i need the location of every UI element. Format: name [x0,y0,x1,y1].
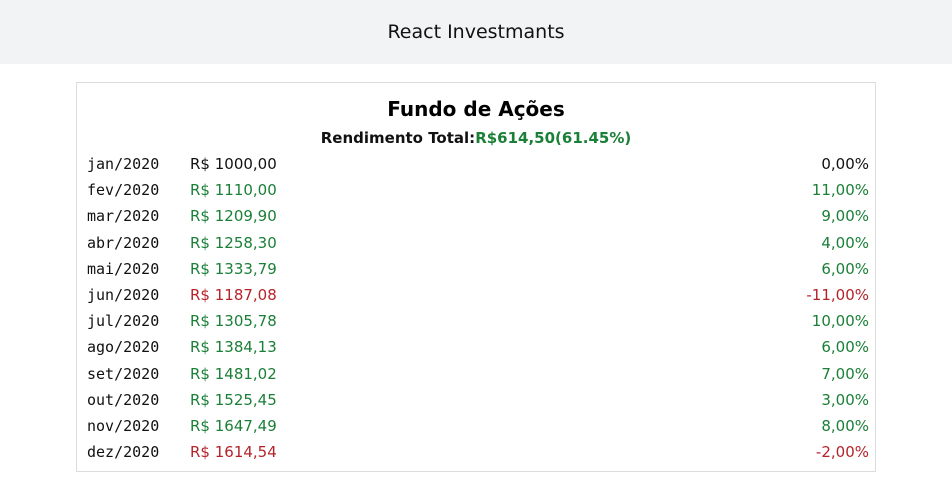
fund-card: Fundo de Ações Rendimento Total:R$614,50… [76,82,876,472]
list-item: abr/2020 R$ 1258,30 4,00% [87,232,869,258]
monthly-list: jan/2020 R$ 1000,00 0,00% fev/2020 R$ 11… [87,153,869,467]
month-percentage: 9,00% [821,207,869,226]
month-value: R$ 1333,79 [190,259,277,278]
month-percentage: 8,00% [821,416,869,435]
month-percentage: 11,00% [811,181,869,200]
month-percentage: 4,00% [821,233,869,252]
total-return-label: Rendimento Total: [320,129,476,147]
month-label: abr/2020 [87,233,160,252]
month-value: R$ 1525,45 [190,390,277,409]
app-header: React Investmants [0,0,952,64]
list-item: mar/2020 R$ 1209,90 9,00% [87,205,869,231]
month-percentage: 7,00% [821,364,869,383]
month-percentage: 3,00% [821,390,869,409]
month-label: jun/2020 [87,285,160,304]
month-label: out/2020 [87,390,160,409]
list-item: jul/2020 R$ 1305,78 10,00% [87,310,869,336]
month-percentage: 6,00% [821,338,869,357]
month-percentage: -11,00% [806,285,869,304]
list-item: out/2020 R$ 1525,45 3,00% [87,389,869,415]
month-label: jan/2020 [87,155,160,173]
month-label: mai/2020 [87,259,160,278]
fund-title: Fundo de Ações [387,97,565,121]
total-return-summary: Rendimento Total:R$614,50(61.45%) [77,129,875,147]
app-title: React Investmants [387,21,565,43]
list-item: set/2020 R$ 1481,02 7,00% [87,363,869,389]
month-label: set/2020 [87,364,160,383]
list-item: dez/2020 R$ 1614,54 -2,00% [87,441,869,467]
month-label: nov/2020 [87,416,160,435]
month-label: dez/2020 [87,443,160,462]
month-value: R$ 1187,08 [190,285,277,304]
month-percentage: 10,00% [811,312,869,331]
list-item: jan/2020 R$ 1000,00 0,00% [87,153,869,179]
total-return-value: R$614,50(61.45%) [475,129,632,147]
month-label: ago/2020 [87,338,160,357]
list-item: fev/2020 R$ 1110,00 11,00% [87,179,869,205]
month-value: R$ 1614,54 [190,443,277,462]
month-value: R$ 1305,78 [190,312,277,331]
list-item: nov/2020 R$ 1647,49 8,00% [87,415,869,441]
month-percentage: 0,00% [821,155,869,173]
list-item: ago/2020 R$ 1384,13 6,00% [87,336,869,362]
month-label: jul/2020 [87,312,160,331]
month-label: mar/2020 [87,207,160,226]
month-value: R$ 1384,13 [190,338,277,357]
month-value: R$ 1110,00 [190,181,277,200]
month-value: R$ 1258,30 [190,233,277,252]
month-value: R$ 1481,02 [190,364,277,383]
month-percentage: -2,00% [815,443,869,462]
month-value: R$ 1209,90 [190,207,277,226]
month-percentage: 6,00% [821,259,869,278]
month-value: R$ 1000,00 [190,155,277,173]
list-item: jun/2020 R$ 1187,08 -11,00% [87,284,869,310]
month-value: R$ 1647,49 [190,416,277,435]
list-item: mai/2020 R$ 1333,79 6,00% [87,258,869,284]
month-label: fev/2020 [87,181,160,200]
